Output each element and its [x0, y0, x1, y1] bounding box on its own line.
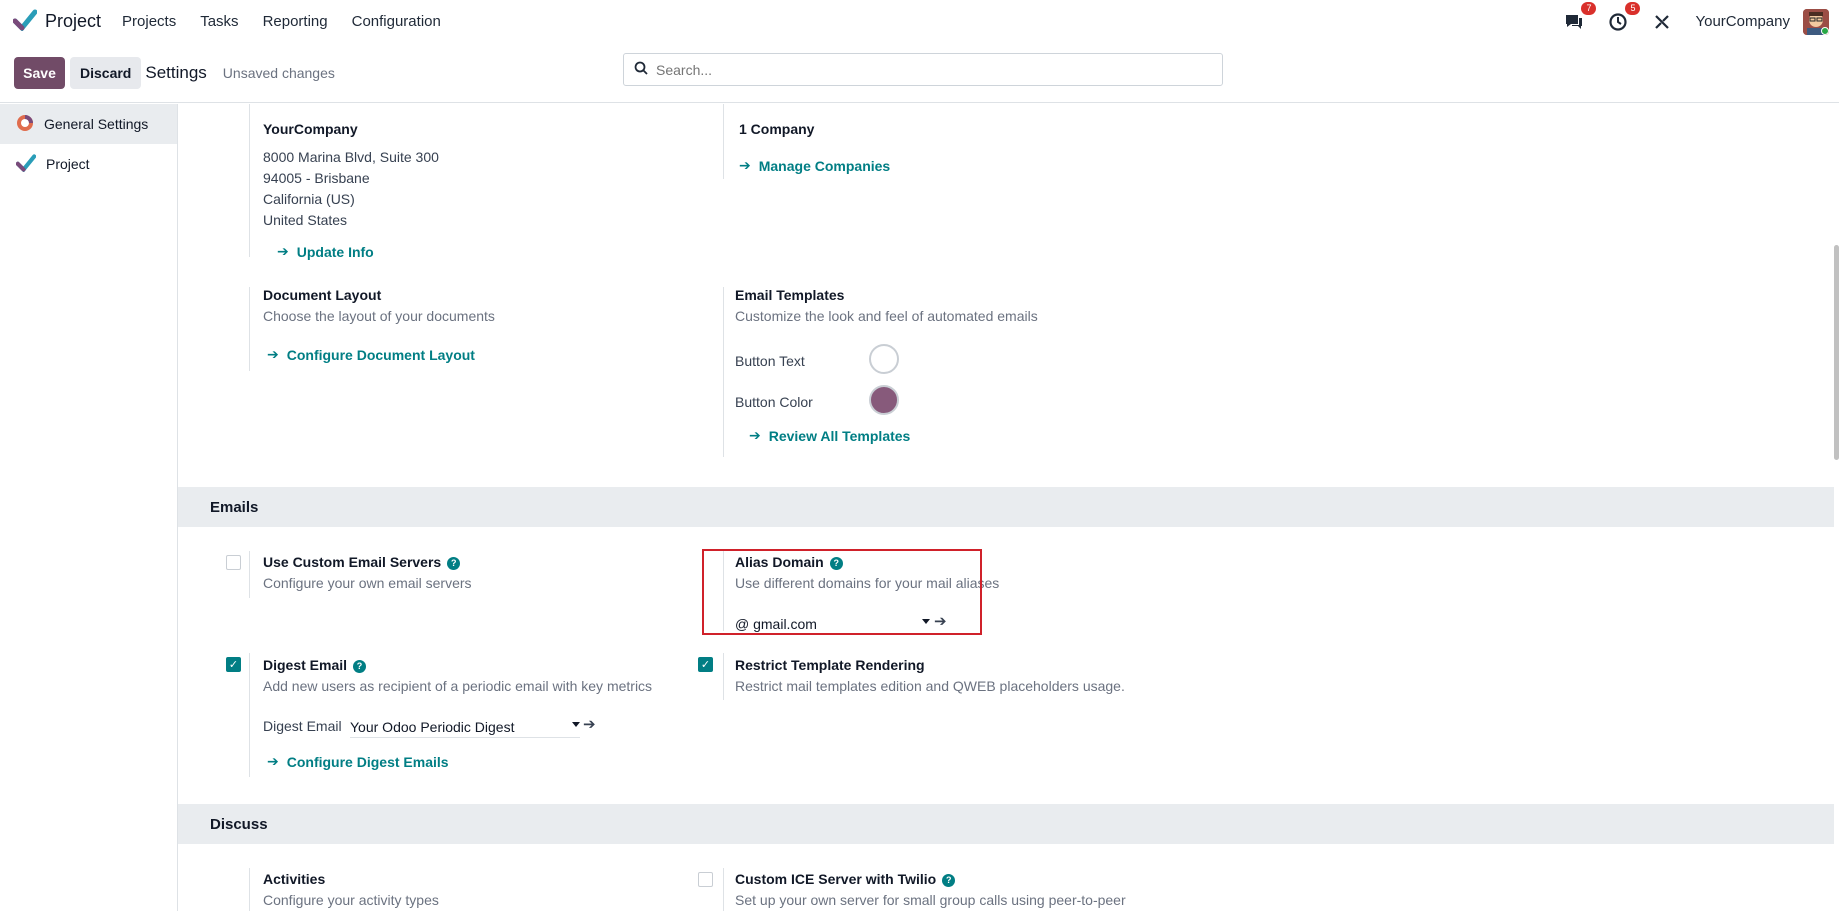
messages-icon[interactable]: 7	[1563, 1, 1597, 33]
debug-tools-icon[interactable]	[1651, 11, 1673, 33]
highlight-annotation	[702, 549, 982, 635]
arrow-right-icon: ➔	[267, 346, 279, 362]
button-color-picker[interactable]	[869, 385, 899, 415]
company-address: 8000 Marina Blvd, Suite 300 94005 - Bris…	[263, 147, 439, 231]
divider	[723, 868, 724, 911]
digest-email-title: Digest Email?	[263, 657, 367, 673]
digest-email-select[interactable]: Your Odoo Periodic Digest	[350, 716, 580, 738]
activities-icon[interactable]: 5	[1607, 1, 1641, 33]
address-line: California (US)	[263, 191, 355, 207]
arrow-right-icon: ➔	[749, 427, 761, 443]
ice-server-desc: Set up your own server for small group c…	[735, 892, 1126, 908]
open-record-arrow-icon[interactable]: ➔	[583, 715, 596, 733]
custom-email-servers-desc: Configure your own email servers	[263, 575, 472, 591]
search-input[interactable]	[656, 61, 1196, 78]
arrow-right-icon: ➔	[267, 753, 279, 769]
button-text-label: Button Text	[735, 353, 805, 369]
restrict-template-rendering-desc: Restrict mail templates edition and QWEB…	[735, 678, 1125, 694]
address-line: 94005 - Brisbane	[263, 170, 370, 186]
address-line: United States	[263, 212, 348, 228]
search-icon	[634, 61, 648, 78]
save-button[interactable]: Save	[14, 56, 65, 89]
messages-badge: 7	[1581, 1, 1597, 15]
unsaved-status: Unsaved changes	[222, 64, 335, 81]
vertical-scrollbar[interactable]	[1834, 245, 1839, 460]
menu-configuration[interactable]: Configuration	[352, 13, 441, 30]
help-icon[interactable]: ?	[942, 873, 956, 887]
search-bar[interactable]	[623, 53, 1223, 86]
user-avatar[interactable]	[1803, 8, 1829, 35]
restrict-template-rendering-title: Restrict Template Rendering	[735, 657, 925, 673]
top-navbar: Project Projects Tasks Reporting Configu…	[0, 0, 1839, 43]
configure-digest-emails-link[interactable]: ➔ Configure Digest Emails	[267, 753, 449, 770]
project-app-icon	[15, 153, 37, 175]
divider	[249, 287, 250, 371]
menu-projects[interactable]: Projects	[122, 13, 176, 30]
email-templates-title: Email Templates	[735, 287, 845, 303]
divider	[723, 653, 724, 700]
navbar-systray: 7 5 YourCompany	[1563, 0, 1839, 43]
sidebar-item-label: General Settings	[44, 116, 149, 132]
main-menu: Projects Tasks Reporting Configuration	[122, 13, 465, 30]
digest-email-field-label: Digest Email	[263, 718, 342, 734]
sidebar-item-label: Project	[46, 156, 90, 172]
company-name: YourCompany	[263, 121, 358, 137]
button-text-color-picker[interactable]	[869, 344, 899, 374]
divider	[249, 868, 250, 911]
restrict-template-rendering-checkbox[interactable]: ✓	[698, 657, 713, 672]
page-title: Settings	[145, 62, 207, 82]
app-brand[interactable]: Project	[12, 9, 102, 34]
company-switcher[interactable]: YourCompany	[1695, 13, 1790, 30]
activities-desc: Configure your activity types	[263, 892, 439, 908]
divider	[723, 287, 724, 457]
activities-title: Activities	[263, 871, 326, 887]
button-color-label: Button Color	[735, 394, 813, 410]
online-status-dot	[1821, 26, 1829, 35]
arrow-right-icon: ➔	[277, 243, 289, 259]
ice-server-checkbox[interactable]	[698, 872, 713, 887]
arrow-right-icon: ➔	[739, 157, 751, 173]
digest-email-checkbox[interactable]: ✓	[226, 657, 241, 672]
settings-sidebar: General Settings Project	[0, 104, 178, 911]
email-templates-desc: Customize the look and feel of automated…	[735, 308, 1038, 324]
project-logo-icon	[12, 9, 38, 34]
help-icon[interactable]: ?	[447, 556, 461, 570]
discard-button[interactable]: Discard	[70, 56, 142, 89]
address-line: 8000 Marina Blvd, Suite 300	[263, 149, 439, 165]
control-panel: Save Discard Settings Unsaved changes	[0, 43, 1839, 103]
chevron-down-icon	[572, 722, 580, 727]
divider	[249, 653, 250, 777]
activities-badge: 5	[1625, 1, 1641, 15]
companies-count: 1 Company	[739, 121, 815, 137]
custom-email-servers-checkbox[interactable]	[226, 555, 241, 570]
digest-email-desc: Add new users as recipient of a periodic…	[263, 678, 653, 694]
help-icon[interactable]: ?	[353, 659, 367, 673]
section-header-discuss: Discuss	[178, 804, 1834, 844]
divider	[249, 104, 250, 257]
custom-email-servers-title: Use Custom Email Servers?	[263, 554, 461, 570]
app-name: Project	[45, 11, 102, 31]
section-header-emails: Emails	[178, 487, 1834, 527]
review-all-templates-link[interactable]: ➔ Review All Templates	[749, 427, 910, 444]
configure-document-layout-link[interactable]: ➔ Configure Document Layout	[267, 346, 475, 363]
ice-server-title: Custom ICE Server with Twilio?	[735, 871, 956, 887]
settings-content: YourCompany 8000 Marina Blvd, Suite 300 …	[178, 104, 1834, 911]
divider	[723, 104, 724, 179]
sidebar-item-project[interactable]: Project	[0, 144, 177, 184]
menu-reporting[interactable]: Reporting	[263, 13, 328, 30]
document-layout-title: Document Layout	[263, 287, 382, 303]
divider	[249, 551, 250, 598]
sidebar-item-general-settings[interactable]: General Settings	[0, 104, 177, 144]
document-layout-desc: Choose the layout of your documents	[263, 308, 495, 324]
general-settings-icon	[16, 114, 34, 135]
menu-tasks[interactable]: Tasks	[200, 13, 238, 30]
manage-companies-link[interactable]: ➔ Manage Companies	[739, 157, 890, 174]
update-info-link[interactable]: ➔ Update Info	[277, 243, 374, 260]
